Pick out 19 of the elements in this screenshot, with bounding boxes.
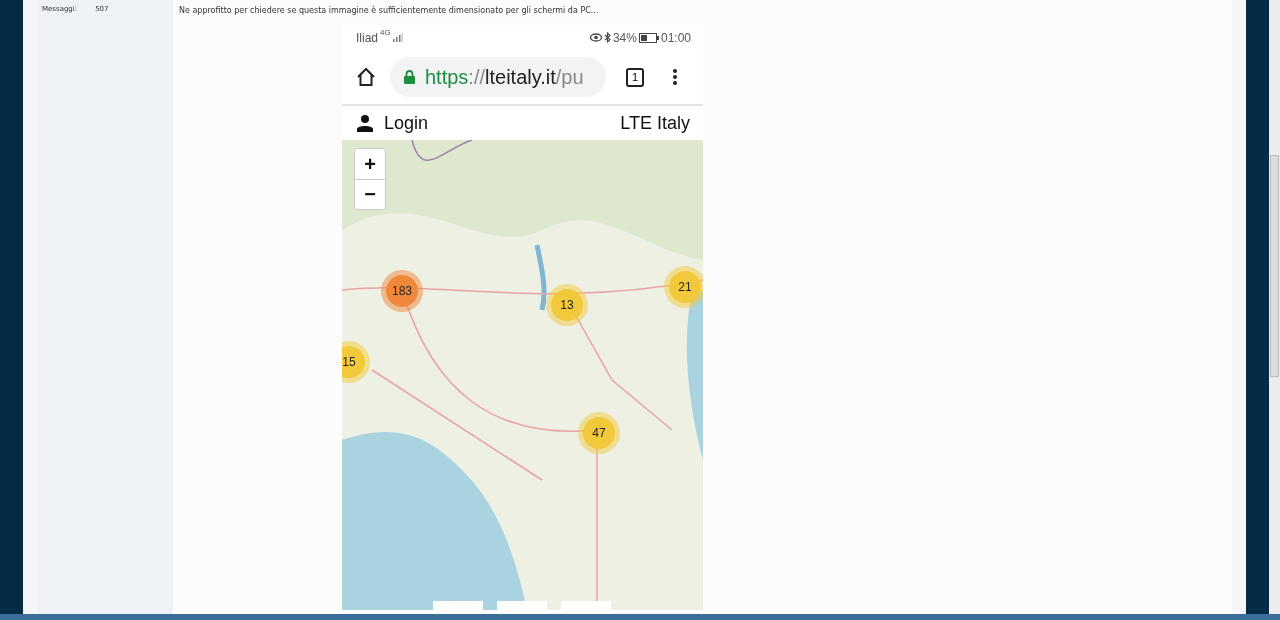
eye-icon	[589, 33, 602, 42]
post-text: Ne approfitto per chiedere se questa immagine è sufficientemente dimensionato per gli schermi da PC...	[179, 6, 600, 15]
zoom-out-button[interactable]: −	[355, 179, 385, 209]
carrier-name: Iliad	[356, 30, 378, 45]
menu-icon[interactable]	[672, 68, 678, 86]
site-title: LTE Italy	[620, 112, 690, 134]
tab-count-button[interactable]: 1	[626, 67, 644, 87]
address-field[interactable]: https://lteitaly.it/pu	[390, 57, 606, 97]
home-icon[interactable]	[356, 67, 376, 87]
network-type: 4G	[380, 28, 391, 37]
user-icon	[356, 114, 374, 132]
zoom-in-button[interactable]: +	[355, 149, 385, 179]
lock-icon	[404, 70, 415, 84]
bluetooth-icon	[603, 32, 611, 43]
battery-icon	[638, 32, 659, 43]
battery-percent: 34%	[612, 30, 637, 45]
login-link[interactable]: Login	[384, 112, 429, 134]
clock-time: 01:00	[660, 30, 691, 45]
signal-icon	[392, 33, 403, 42]
